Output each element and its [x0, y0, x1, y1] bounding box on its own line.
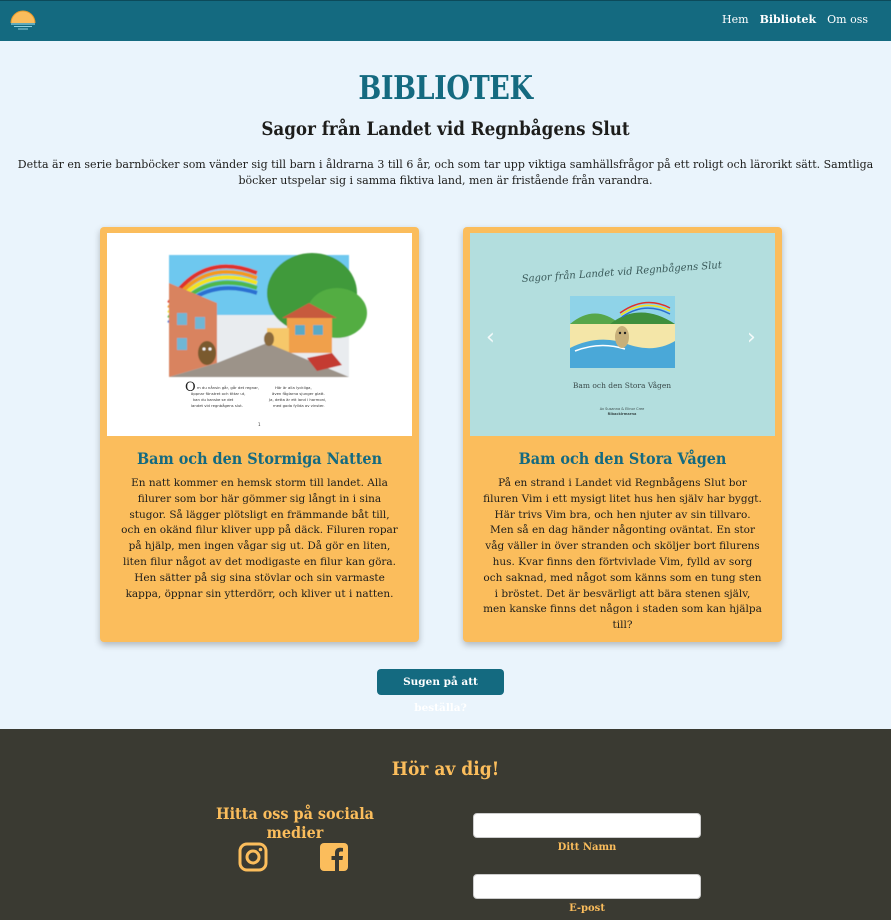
svg-text:öppnar fönstret och tittar ut,: öppnar fönstret och tittar ut,: [191, 391, 245, 396]
footer: Hör av dig! Hitta oss på sociala medier …: [0, 729, 891, 920]
chevron-left-icon[interactable]: ‹: [486, 325, 495, 350]
page-subtitle: Sagor från Landet vid Regnbågens Slut: [261, 118, 630, 140]
svg-text:Ja, detta är ett land i harmon: Ja, detta är ett land i harmoni,: [268, 397, 326, 402]
svg-text:landet vid regnbågens slut.: landet vid regnbågens slut.: [191, 403, 243, 408]
svg-text:även fåglarna sjunger glatt.: även fåglarna sjunger glatt.: [272, 391, 325, 396]
intro-text: Detta är en serie barnböcker som vänder …: [17, 158, 874, 187]
book-cover-illustration: Sagor från Landet vid Regnbågens Slut Ba…: [521, 259, 723, 416]
sunset-logo-icon[interactable]: [10, 9, 36, 35]
main-nav: Hem Bibliotek Om oss: [722, 13, 868, 26]
nav-link-bibliotek[interactable]: Bibliotek: [760, 13, 817, 26]
svg-text:kan du kanske se det: kan du kanske se det: [193, 397, 234, 402]
chevron-right-icon[interactable]: ›: [747, 325, 756, 350]
footer-title: Hör av dig!: [391, 758, 500, 780]
page-title: BIBLIOTEK: [358, 68, 533, 107]
book-card-stora-vagen: Sagor från Landet vid Regnbågens Slut Ba…: [463, 227, 782, 642]
navbar: Hem Bibliotek Om oss: [0, 0, 891, 41]
book-description: En natt kommer en hemsk storm till lande…: [121, 477, 398, 600]
name-label: Ditt Namn: [557, 842, 617, 853]
cover-publisher: Ribackirmarna: [608, 412, 637, 416]
instagram-icon[interactable]: [238, 842, 268, 872]
email-field[interactable]: [473, 874, 701, 899]
storm-night-illustration: O m du nånsin går, går det regnar, öppna…: [167, 253, 367, 427]
nav-link-om-oss[interactable]: Om oss: [827, 13, 868, 26]
facebook-icon[interactable]: [319, 842, 349, 872]
svg-text:Här är alla lyckliga,: Här är alla lyckliga,: [275, 385, 312, 390]
book-title: Bam och den Stormiga Natten: [136, 449, 383, 468]
book-description: På en strand i Landet vid Regnbågens Slu…: [483, 477, 762, 632]
main-content: BIBLIOTEK Sagor från Landet vid Regnbåge…: [0, 41, 891, 729]
cover-series-title: Sagor från Landet vid Regnbågens Slut: [521, 259, 723, 285]
order-button[interactable]: Sugen på att beställa?: [377, 669, 504, 714]
page-number: 1: [258, 422, 261, 427]
book-illustration: O m du nånsin går, går det regnar, öppna…: [107, 233, 412, 436]
name-field[interactable]: [473, 813, 701, 838]
email-label: E-post: [569, 903, 605, 914]
svg-text:m du nånsin går, går det regna: m du nånsin går, går det regnar,: [197, 385, 259, 390]
book-title: Bam och den Stora Vågen: [518, 449, 727, 468]
book-carousel: Sagor från Landet vid Regnbågens Slut Ba…: [470, 233, 775, 436]
cover-authors: Av Susanna & Elinor Cree: [600, 407, 645, 411]
cover-title: Bam och den Stora Vågen: [573, 381, 671, 390]
social-media-title: Hitta oss på sociala medier: [215, 804, 375, 842]
book-card-stormiga-natten: O m du nånsin går, går det regnar, öppna…: [100, 227, 419, 642]
nav-link-hem[interactable]: Hem: [722, 13, 749, 26]
svg-text:med goda fyllda av vinster.: med goda fyllda av vinster.: [273, 403, 325, 408]
